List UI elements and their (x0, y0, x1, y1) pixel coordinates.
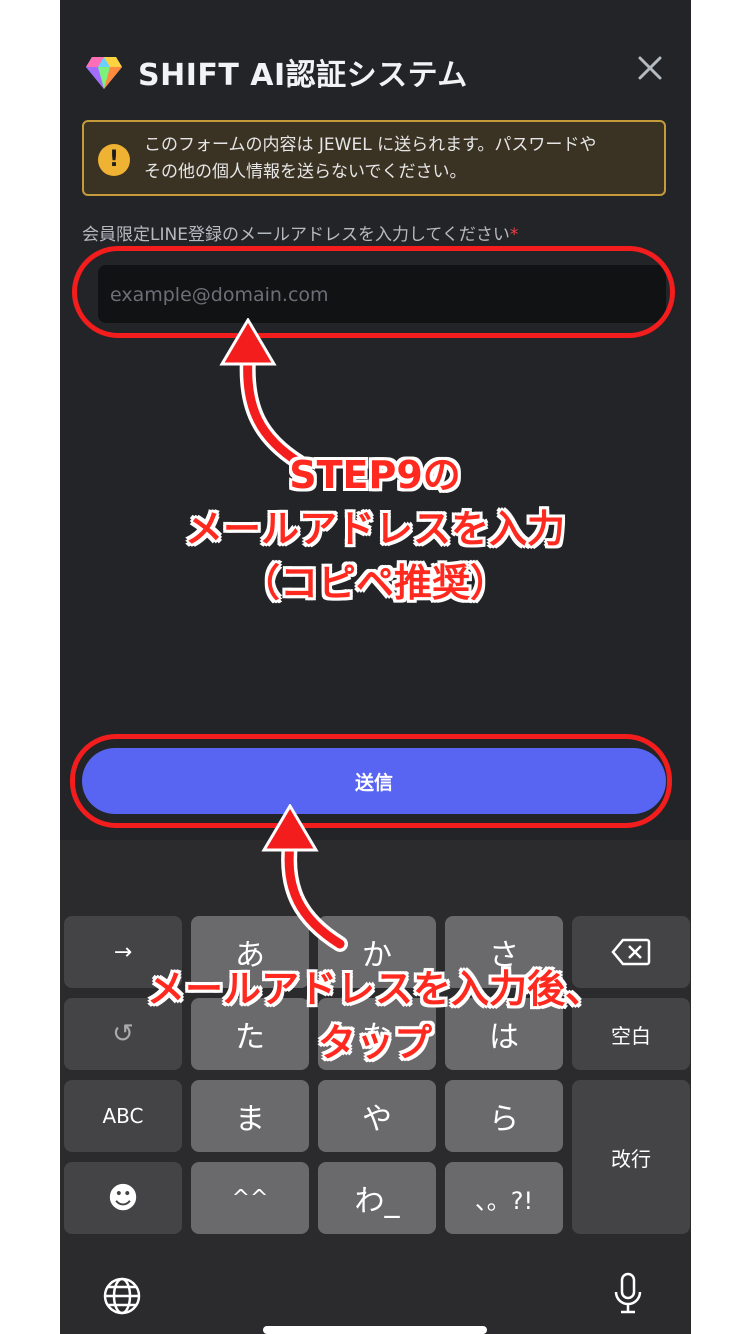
key-ma[interactable]: ま (191, 1080, 309, 1152)
key-ya[interactable]: や (318, 1080, 436, 1152)
warning-icon: ! (98, 144, 130, 176)
modal-title: SHIFT AI認証システム (138, 58, 468, 93)
arrow-up-to-submit-icon (261, 804, 348, 952)
gem-icon (86, 57, 122, 89)
home-indicator (263, 1326, 487, 1334)
key-ra[interactable]: ら (445, 1080, 563, 1152)
phone-screen: SHIFT AI認証システム ! このフォームの内容は JEWEL に送られます… (60, 0, 691, 1334)
key-abc[interactable]: ABC (64, 1080, 182, 1152)
warning-banner: ! このフォームの内容は JEWEL に送られます。パスワードや その他の個人情… (82, 120, 666, 196)
email-label-text: 会員限定LINE登録のメールアドレスを入力してください (82, 225, 510, 245)
key-emoji[interactable]: ☻ (64, 1162, 182, 1234)
step-annotation-line-1: STEP9の (289, 453, 461, 497)
tap-annotation-line-1: メールアドレスを入力後、 (146, 967, 603, 1011)
arrow-up-to-email-icon (219, 318, 308, 468)
warning-text-line-2: その他の個人情報を送らないでください。 (144, 162, 467, 182)
submit-highlight-outline (70, 734, 672, 828)
key-enter[interactable]: 改行 (572, 1080, 690, 1234)
key-punctuation[interactable]: 、。?! (445, 1162, 563, 1234)
key-wa[interactable]: わ_ (318, 1162, 436, 1234)
warning-text: このフォームの内容は JEWEL に送られます。パスワードや その他の個人情報を… (144, 132, 654, 186)
globe-icon[interactable] (102, 1276, 142, 1316)
step-annotation-line-2: メールアドレスを入力 (184, 507, 565, 551)
tap-annotation-line-2: タップ (317, 1021, 432, 1065)
close-icon[interactable] (634, 52, 666, 84)
tap-annotation: メールアドレスを入力後、 タップ (100, 962, 650, 1070)
email-highlight-outline (72, 246, 675, 338)
warning-text-line-1: このフォームの内容は JEWEL に送られます。パスワードや (144, 135, 597, 155)
step-annotation: STEP9の メールアドレスを入力 （コピペ推奨） (100, 448, 650, 610)
email-field-label: 会員限定LINE登録のメールアドレスを入力してください* (82, 220, 518, 245)
key-kaomoji[interactable]: ^^ (191, 1162, 309, 1234)
step-annotation-line-3: （コピペ推奨） (241, 561, 508, 605)
modal-header: SHIFT AI認証システム (60, 40, 691, 104)
microphone-icon[interactable] (612, 1272, 644, 1316)
keyboard: → あ か さ ↺ た な は 空白 ABC ま や ら ☻ ^^ わ_ 、。?… (60, 840, 691, 1334)
required-mark: * (509, 225, 519, 245)
